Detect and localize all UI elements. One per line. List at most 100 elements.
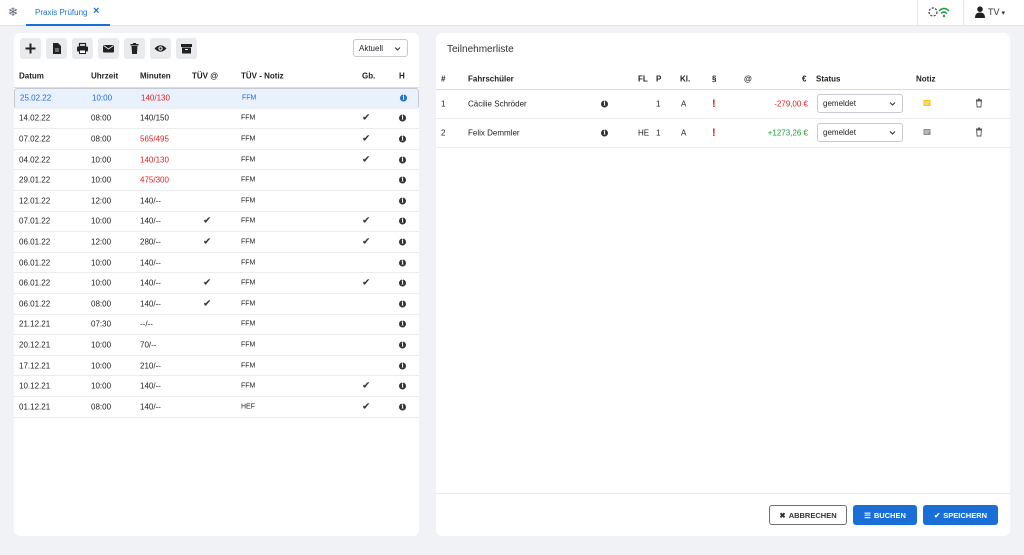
participant-table: # Fahrschüler FL P Kl. § @ € Status Noti… — [436, 68, 1010, 148]
info-icon[interactable]: i — [399, 197, 406, 205]
info-icon[interactable]: i — [399, 259, 406, 267]
tuev-note-cell: FFM — [241, 197, 256, 205]
date-cell: 07.01.22 — [19, 216, 51, 226]
header-note: Notiz — [916, 74, 936, 83]
minutes-cell: 475/300 — [140, 175, 169, 185]
check-icon: ✔ — [362, 112, 371, 124]
table-row[interactable]: 07.01.22 10:00 140/-- ✔ FFM ✔ i — [14, 212, 419, 233]
top-bar: ❄ Praxis Prüfung × TV ▾ — [0, 0, 1024, 26]
table-row[interactable]: 17.12.21 10:00 210/-- FFM i — [14, 356, 419, 377]
delete-icon — [130, 43, 139, 54]
save-button[interactable]: ✔ SPEICHERN — [923, 505, 998, 525]
document-button[interactable] — [46, 38, 67, 59]
tuev-note-cell: FFM — [241, 382, 256, 390]
date-cell: 29.01.22 — [19, 175, 51, 185]
divider — [917, 0, 918, 26]
table-row[interactable]: 21.12.21 07:30 --/-- FFM i — [14, 315, 419, 336]
table-row[interactable]: 06.01.22 08:00 140/-- ✔ FFM i — [14, 294, 419, 315]
table-row[interactable]: 1 Cäcilie Schröder i 1 A! -279,00 € gemeldet — [436, 90, 1010, 119]
check-icon: ✔ — [362, 215, 371, 227]
view-button[interactable] — [150, 38, 171, 59]
info-icon[interactable]: i — [399, 341, 406, 349]
info-icon[interactable]: i — [400, 94, 407, 102]
date-cell: 01.12.21 — [19, 402, 51, 412]
archive-button[interactable] — [176, 38, 197, 59]
header-h[interactable]: H — [399, 71, 405, 80]
date-cell: 06.01.22 — [19, 258, 51, 268]
info-icon[interactable]: i — [399, 279, 406, 287]
check-icon: ✔ — [362, 380, 371, 392]
info-icon[interactable]: i — [399, 135, 406, 143]
time-cell: 10:00 — [91, 278, 112, 288]
check-icon: ✔ — [203, 236, 212, 248]
print-button[interactable] — [72, 38, 93, 59]
info-icon[interactable]: i — [601, 129, 608, 137]
table-row[interactable]: 29.01.22 10:00 475/300 FFM i — [14, 170, 419, 191]
date-cell: 10.12.21 — [19, 381, 51, 391]
header-time[interactable]: Uhrzeit — [91, 71, 118, 80]
tuev-note-cell: FFM — [241, 135, 256, 143]
snowflake-icon[interactable]: ❄ — [8, 6, 18, 18]
table-row[interactable]: 06.01.22 12:00 280/-- ✔ FFM ✔ i — [14, 232, 419, 253]
table-row[interactable]: 06.01.22 10:00 140/-- FFM i — [14, 253, 419, 274]
trash-icon[interactable] — [975, 98, 983, 110]
wifi-icon[interactable] — [928, 6, 950, 18]
tuev-note-cell: FFM — [241, 176, 256, 184]
minutes-cell: 140/150 — [140, 113, 169, 123]
table-row[interactable]: 25.02.22 10:00 140/130 FFM i — [14, 88, 419, 109]
table-row[interactable]: 06.01.22 10:00 140/-- ✔ FFM ✔ i — [14, 273, 419, 294]
minutes-cell: 140/-- — [140, 278, 161, 288]
filter-select[interactable]: Aktuell — [353, 39, 408, 57]
info-icon[interactable]: i — [399, 403, 406, 411]
header-tuev-note[interactable]: TÜV - Notiz — [241, 71, 284, 80]
table-row[interactable]: 20.12.21 10:00 70/-- FFM i — [14, 335, 419, 356]
cancel-button[interactable]: ✖ ABBRECHEN — [769, 505, 847, 525]
minutes-cell: 140/-- — [140, 258, 161, 268]
note-icon[interactable] — [923, 99, 931, 109]
info-icon[interactable]: i — [399, 176, 406, 184]
trash-icon[interactable] — [975, 127, 983, 139]
header-tuev-at[interactable]: TÜV @ — [192, 71, 218, 80]
table-row[interactable]: 14.02.22 08:00 140/150 FFM ✔ i — [14, 109, 419, 130]
date-cell: 17.12.21 — [19, 361, 51, 371]
minutes-cell: 565/495 — [140, 134, 169, 144]
table-row[interactable]: 12.01.22 12:00 140/-- FFM i — [14, 191, 419, 212]
header-minutes[interactable]: Minuten — [140, 71, 171, 80]
tab-praxis-pruefung[interactable]: Praxis Prüfung × — [26, 0, 110, 26]
info-icon[interactable]: i — [399, 114, 406, 122]
mail-icon — [103, 45, 114, 53]
time-cell: 10:00 — [91, 175, 112, 185]
info-icon[interactable]: i — [399, 156, 406, 164]
status-select[interactable]: gemeldet — [817, 94, 903, 113]
add-icon — [25, 43, 36, 54]
book-label: BUCHEN — [873, 510, 906, 520]
user-menu[interactable]: TV ▾ — [975, 6, 1005, 18]
book-button[interactable]: ☰ BUCHEN — [853, 505, 917, 525]
table-row[interactable]: 04.02.22 10:00 140/130 FFM ✔ i — [14, 150, 419, 171]
info-icon[interactable]: i — [399, 300, 406, 308]
cancel-label: ABBRECHEN — [788, 510, 837, 520]
header-gb[interactable]: Gb. — [362, 71, 375, 80]
p-cell: 1 — [656, 128, 661, 138]
table-row[interactable]: 2 Felix Demmler i HE 1 A! +1273,26 € gemeldet — [436, 119, 1010, 148]
header-date[interactable]: Datum — [19, 71, 44, 80]
info-icon[interactable]: i — [399, 382, 406, 390]
close-icon[interactable]: × — [93, 6, 99, 17]
exam-table: Datum Uhrzeit Minuten TÜV @ TÜV - Notiz … — [14, 64, 419, 418]
mail-button[interactable] — [98, 38, 119, 59]
table-row[interactable]: 10.12.21 10:00 140/-- FFM ✔ i — [14, 376, 419, 397]
add-button[interactable] — [20, 38, 41, 59]
info-icon[interactable]: i — [399, 238, 406, 246]
info-icon[interactable]: i — [399, 362, 406, 370]
info-icon[interactable]: i — [399, 217, 406, 225]
table-row[interactable]: 01.12.21 08:00 140/-- HEF ✔ i — [14, 397, 419, 418]
status-select[interactable]: gemeldet — [817, 123, 903, 142]
info-icon[interactable]: i — [601, 100, 608, 108]
note-icon[interactable] — [923, 128, 931, 138]
info-icon[interactable]: i — [399, 320, 406, 328]
check-icon: ✔ — [362, 277, 371, 289]
table-row[interactable]: 07.02.22 08:00 565/495 FFM ✔ i — [14, 129, 419, 150]
table-body: 25.02.22 10:00 140/130 FFM i 14.02.22 08:00 140… — [14, 88, 419, 418]
header-euro: € — [802, 74, 807, 83]
delete-button[interactable] — [124, 38, 145, 59]
